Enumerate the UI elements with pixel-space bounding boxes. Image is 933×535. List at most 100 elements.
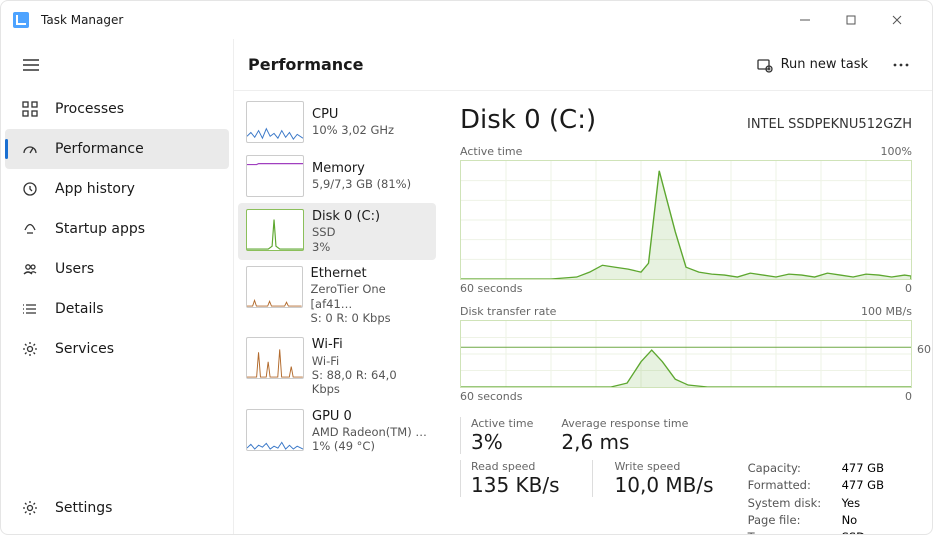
- detail-title: Disk 0 (C:): [460, 105, 596, 135]
- prop-value: Yes: [842, 495, 861, 512]
- perf-item-sub: 5,9/7,3 GB (81%): [312, 177, 411, 191]
- chart1-max: 100%: [881, 145, 912, 158]
- prop-key: Type:: [748, 529, 828, 534]
- perf-item-sub: SSD: [312, 225, 380, 239]
- perf-item-name: GPU 0: [312, 409, 427, 425]
- perf-item-memory[interactable]: Memory 5,9/7,3 GB (81%): [238, 149, 436, 203]
- detail-panel: Disk 0 (C:) INTEL SSDPEKNU512GZH Active …: [440, 91, 932, 534]
- maximize-button[interactable]: [828, 4, 874, 36]
- nav-label: App history: [55, 181, 135, 197]
- stat-label-read-speed: Read speed: [471, 460, 560, 473]
- stat-label-avg-resp: Average response time: [561, 417, 688, 430]
- prop-value: SSD: [842, 529, 865, 534]
- chart1-label: Active time: [460, 145, 522, 158]
- nav-item-settings[interactable]: Settings: [5, 488, 229, 528]
- chart2-label: Disk transfer rate: [460, 305, 556, 318]
- perf-item-name: Ethernet: [311, 266, 428, 282]
- nav-label: Settings: [55, 500, 112, 516]
- gear-icon: [21, 340, 39, 358]
- chart2-max: 100 MB/s: [861, 305, 912, 318]
- list-icon: [21, 300, 39, 318]
- nav-item-users[interactable]: Users: [5, 249, 229, 289]
- chart1-xleft: 60 seconds: [460, 282, 522, 295]
- chart2-xright: 0: [905, 390, 912, 403]
- perf-item-sub2: S: 88,0 R: 64,0 Kbps: [312, 368, 428, 397]
- perf-item-sub2: 3%: [312, 240, 380, 254]
- users-icon: [21, 260, 39, 278]
- prop-key: Capacity:: [748, 460, 828, 477]
- nav-item-details[interactable]: Details: [5, 289, 229, 329]
- nav-label: Services: [55, 341, 114, 357]
- perf-item-name: CPU: [312, 107, 394, 123]
- prop-value: 477 GB: [842, 460, 884, 477]
- prop-value: 477 GB: [842, 477, 884, 494]
- more-button[interactable]: [884, 50, 918, 80]
- nav-sidebar: Processes Performance App history Startu…: [1, 39, 233, 534]
- prop-value: No: [842, 512, 858, 529]
- grid-icon: [21, 100, 39, 118]
- run-task-icon: [757, 57, 773, 73]
- history-icon: [21, 180, 39, 198]
- disk-thumb-chart: [246, 209, 304, 251]
- main-header: Performance Run new task: [234, 39, 932, 91]
- performance-list[interactable]: CPU 10% 3,02 GHz Memory 5,9/7,3 GB (81%): [234, 91, 440, 534]
- nav-item-performance[interactable]: Performance: [5, 129, 229, 169]
- minimize-button[interactable]: [782, 4, 828, 36]
- nav-label: Users: [55, 261, 94, 277]
- settings-icon: [21, 499, 39, 517]
- stat-value-write-speed: 10,0 MB/s: [615, 473, 714, 497]
- stats-panel: Active time 3% Average response time 2,6…: [460, 417, 912, 454]
- disk-model: INTEL SSDPEKNU512GZH: [747, 117, 912, 132]
- perf-item-sub: Wi-Fi: [312, 354, 428, 368]
- perf-item-sub: AMD Radeon(TM) …: [312, 425, 427, 439]
- perf-item-sub2: 1% (49 °C): [312, 439, 427, 453]
- wifi-thumb-chart: [246, 337, 304, 379]
- perf-item-sub: 10% 3,02 GHz: [312, 123, 394, 137]
- close-button[interactable]: [874, 4, 920, 36]
- disk-property-row: Formatted: 477 GB: [748, 477, 884, 494]
- perf-item-name: Disk 0 (C:): [312, 209, 380, 225]
- hamburger-button[interactable]: [11, 47, 51, 83]
- prop-key: Page file:: [748, 512, 828, 529]
- nav-label: Processes: [55, 101, 124, 117]
- perf-item-disk-0[interactable]: Disk 0 (C:) SSD 3%: [238, 203, 436, 260]
- transfer-rate-chart-block: Disk transfer rate 100 MB/s 60 MB/s: [460, 305, 912, 403]
- ethernet-thumb-chart: [246, 266, 303, 308]
- chart1-xright: 0: [905, 282, 912, 295]
- startup-icon: [21, 220, 39, 238]
- stat-value-active-time: 3%: [471, 430, 533, 454]
- chart2-xleft: 60 seconds: [460, 390, 522, 403]
- page-title: Performance: [248, 55, 364, 74]
- cpu-thumb-chart: [246, 101, 304, 143]
- active-time-chart-block: Active time 100%: [460, 145, 912, 295]
- perf-item-cpu[interactable]: CPU 10% 3,02 GHz: [238, 95, 436, 149]
- perf-item-sub: ZeroTier One [af41…: [311, 282, 428, 311]
- nav-item-app-history[interactable]: App history: [5, 169, 229, 209]
- perf-item-name: Wi-Fi: [312, 337, 428, 353]
- nav-label: Startup apps: [55, 221, 145, 237]
- perf-item-ethernet[interactable]: Ethernet ZeroTier One [af41… S: 0 R: 0 K…: [238, 260, 436, 331]
- perf-item-gpu-0[interactable]: GPU 0 AMD Radeon(TM) … 1% (49 °C): [238, 403, 436, 460]
- title-bar: Task Manager: [1, 1, 932, 39]
- stat-label-write-speed: Write speed: [615, 460, 714, 473]
- speedometer-icon: [21, 140, 39, 158]
- stat-value-avg-resp: 2,6 ms: [561, 430, 688, 454]
- nav-item-processes[interactable]: Processes: [5, 89, 229, 129]
- disk-property-row: Page file: No: [748, 512, 884, 529]
- stat-label-active-time: Active time: [471, 417, 533, 430]
- prop-key: System disk:: [748, 495, 828, 512]
- run-new-task-button[interactable]: Run new task: [749, 53, 876, 77]
- perf-item-wifi[interactable]: Wi-Fi Wi-Fi S: 88,0 R: 64,0 Kbps: [238, 331, 436, 402]
- transfer-rate-chart: 60 MB/s: [460, 320, 912, 388]
- perf-item-name: Memory: [312, 161, 411, 177]
- gpu-thumb-chart: [246, 409, 304, 451]
- prop-key: Formatted:: [748, 477, 828, 494]
- nav-item-services[interactable]: Services: [5, 329, 229, 369]
- stat-value-read-speed: 135 KB/s: [471, 473, 560, 497]
- disk-property-row: Capacity: 477 GB: [748, 460, 884, 477]
- nav-label: Details: [55, 301, 104, 317]
- nav-label: Performance: [55, 141, 144, 157]
- memory-thumb-chart: [246, 155, 304, 197]
- active-time-chart: [460, 160, 912, 280]
- nav-item-startup-apps[interactable]: Startup apps: [5, 209, 229, 249]
